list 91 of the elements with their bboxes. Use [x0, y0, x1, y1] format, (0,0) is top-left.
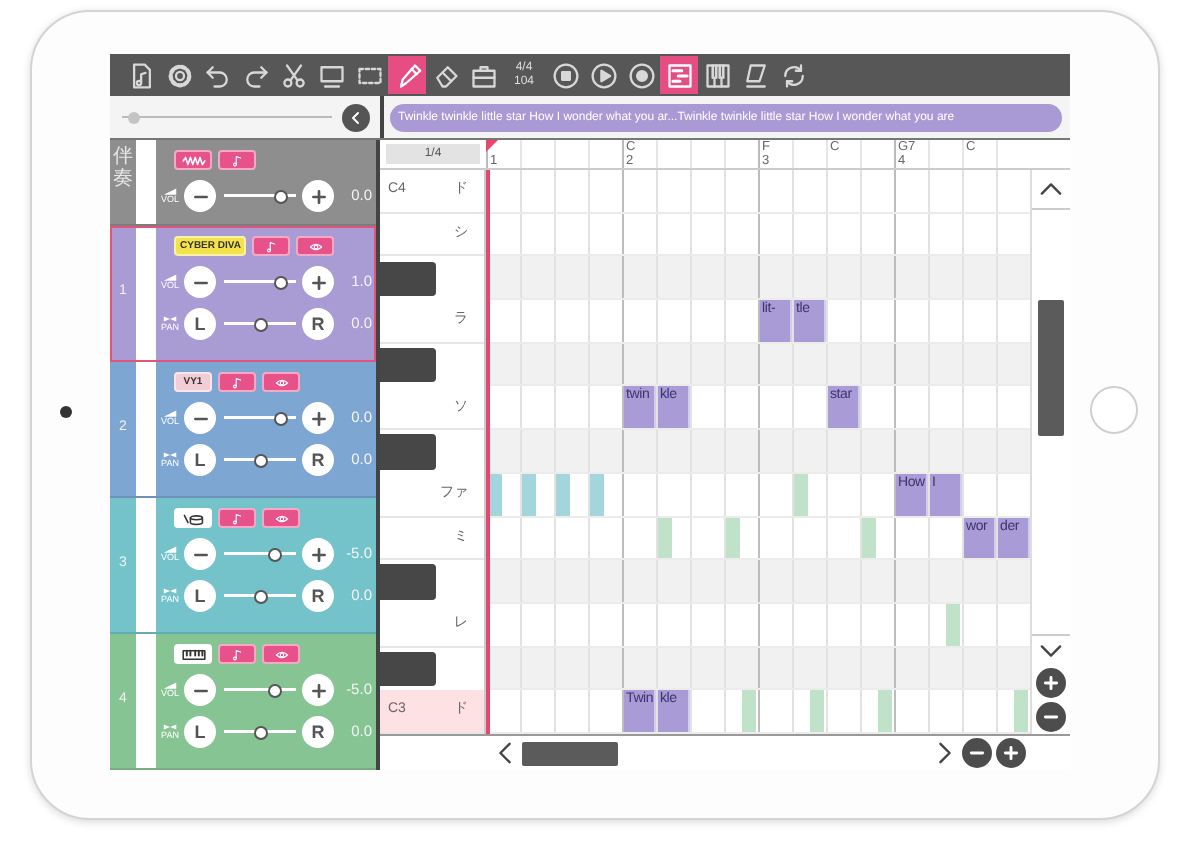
chevron-up-icon [1040, 182, 1062, 196]
slider-thumb[interactable] [274, 275, 289, 289]
zoom-in-button[interactable] [1036, 668, 1066, 698]
volume-ramp-icon [160, 680, 180, 691]
track-name: 伴奏 [113, 146, 133, 190]
chevron-left-icon [497, 742, 511, 764]
scissors-icon [279, 61, 307, 89]
pan-icon [160, 722, 180, 733]
volume-up-button[interactable] [302, 674, 334, 706]
zoom-out-button[interactable] [1036, 702, 1066, 732]
pan-icon [160, 586, 180, 597]
note-button[interactable] [252, 236, 291, 256]
zoom-in-button[interactable] [996, 738, 1026, 768]
volume-down-button[interactable] [184, 402, 216, 434]
record-icon [627, 61, 655, 89]
drum-icon [181, 511, 205, 525]
volume-ramp-icon [160, 408, 180, 419]
plus-icon [309, 273, 327, 291]
play-icon [589, 61, 617, 89]
pan-left-button[interactable]: L [184, 308, 216, 340]
visibility-button[interactable] [262, 508, 300, 528]
slider-thumb[interactable] [253, 317, 267, 331]
sharp-key[interactable] [380, 651, 436, 687]
plus-icon [309, 681, 327, 699]
instrument-badge[interactable] [174, 508, 212, 528]
pan-right-button[interactable]: R [302, 716, 334, 748]
keyboard-icon [181, 647, 205, 661]
wave-icon [181, 153, 205, 167]
volume-up-button[interactable] [302, 538, 334, 570]
pencil-button[interactable] [388, 56, 426, 94]
collapse-button[interactable] [342, 103, 370, 131]
slider-thumb[interactable] [274, 189, 289, 203]
volume-up-button[interactable] [302, 266, 334, 298]
plus-icon [1042, 674, 1060, 692]
plus-icon [1002, 744, 1020, 762]
loop-icon [779, 61, 807, 89]
plus-icon [309, 545, 327, 563]
volume-ramp-icon [160, 186, 180, 197]
instrument-badge[interactable] [174, 644, 212, 664]
redo-icon [241, 61, 269, 89]
document-icon [127, 61, 155, 89]
undo-icon [203, 61, 231, 89]
volume-down-button[interactable] [184, 266, 216, 298]
volume-up-button[interactable] [302, 180, 334, 212]
volume-down-button[interactable] [184, 538, 216, 570]
toolbox-icon [469, 61, 497, 89]
playhead-marker[interactable] [486, 140, 498, 152]
note-button[interactable] [218, 150, 256, 170]
volume-up-button[interactable] [302, 402, 334, 434]
pan-right-button[interactable]: R [302, 444, 334, 476]
volume-down-button[interactable] [184, 674, 216, 706]
stop-icon [551, 61, 579, 89]
pan-left-button[interactable]: L [184, 716, 216, 748]
keyboard-icon [703, 61, 731, 89]
slider-thumb[interactable] [253, 453, 267, 467]
volume-down-button[interactable] [184, 180, 216, 212]
pan-left-button[interactable]: L [184, 580, 216, 612]
zoom-slider[interactable] [122, 111, 332, 123]
visibility-button[interactable] [262, 644, 300, 664]
pan-right-button[interactable]: R [302, 580, 334, 612]
settings-icon [165, 61, 193, 89]
scrollbar-thumb[interactable] [522, 741, 618, 765]
pan-left-button[interactable]: L [184, 444, 216, 476]
chevron-down-icon [1040, 644, 1062, 658]
volume-ramp-icon [160, 544, 180, 555]
slider-thumb[interactable] [253, 589, 267, 603]
eraser-icon [431, 61, 459, 89]
pan-right-button[interactable]: R [302, 308, 334, 340]
sharp-key[interactable] [380, 261, 436, 296]
chevron-right-icon [937, 742, 951, 764]
volume-ramp-icon [160, 272, 180, 283]
slider-thumb[interactable] [267, 547, 282, 561]
zoom-out-button[interactable] [962, 738, 992, 768]
slider-thumb[interactable] [127, 111, 140, 123]
piano-roll-icon [665, 61, 693, 89]
scrollbar-thumb[interactable] [1038, 300, 1064, 436]
chevron-left-icon [348, 109, 364, 125]
pen-paper-icon [741, 61, 769, 89]
note-button[interactable] [218, 372, 256, 392]
visibility-button[interactable] [296, 236, 335, 256]
plus-icon [309, 187, 327, 205]
slider-thumb[interactable] [253, 725, 267, 739]
slider-thumb[interactable] [267, 683, 282, 697]
visibility-button[interactable] [262, 372, 300, 392]
slider-thumb[interactable] [274, 411, 289, 425]
camera-dot [60, 406, 72, 418]
sharp-key[interactable] [380, 347, 436, 383]
plus-icon [309, 409, 327, 427]
pan-icon [160, 450, 180, 461]
pan-icon [160, 314, 180, 325]
piano-roll-button[interactable] [660, 56, 698, 94]
